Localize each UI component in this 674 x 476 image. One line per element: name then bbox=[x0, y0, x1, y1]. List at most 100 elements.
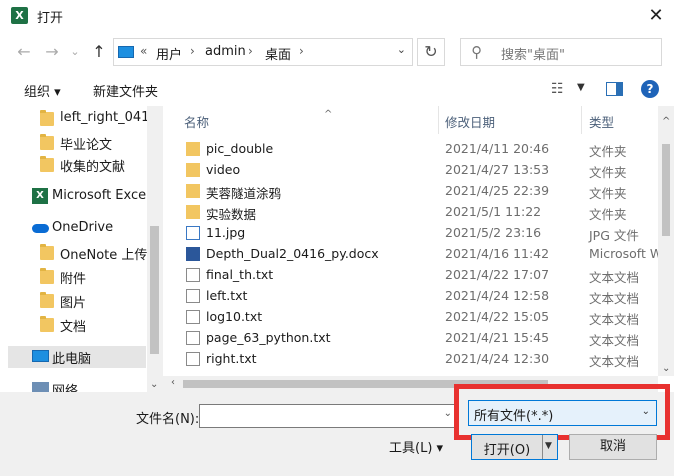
chevron-right-icon[interactable]: › bbox=[248, 44, 253, 58]
chevron-right-icon[interactable]: › bbox=[190, 44, 195, 58]
file-modified-date: 2021/4/21 15:45 bbox=[445, 330, 550, 345]
dialog-title: 打开 bbox=[37, 11, 64, 26]
sidebar-item-folder[interactable]: 附件 bbox=[8, 266, 146, 288]
navigation-pane: left_right_0415_ 毕业论文 收集的文献 X Microsoft … bbox=[0, 106, 162, 392]
tools-button[interactable]: 工具(L) ▾ bbox=[389, 437, 443, 456]
tools-label: 工具(L) bbox=[389, 441, 433, 456]
help-icon[interactable]: ? bbox=[641, 80, 659, 98]
file-row[interactable]: page_63_python.txt 2021/4/21 15:45 文本文档 bbox=[163, 328, 658, 349]
file-row[interactable]: 11.jpg 2021/5/2 23:16 JPG 文件 bbox=[163, 223, 658, 244]
file-name: left.txt bbox=[206, 288, 248, 303]
scroll-down-icon[interactable]: ⌄ bbox=[150, 379, 158, 390]
sidebar-item-label: 收集的文献 bbox=[60, 160, 126, 175]
file-name: video bbox=[206, 162, 241, 177]
folder-icon bbox=[186, 142, 200, 156]
file-name: 实验数据 bbox=[206, 207, 257, 222]
file-row[interactable]: log10.txt 2021/4/22 15:05 文本文档 bbox=[163, 307, 658, 328]
breadcrumb-item[interactable]: 用户 bbox=[156, 44, 182, 63]
file-modified-date: 2021/5/1 11:22 bbox=[445, 204, 542, 219]
cancel-button[interactable]: 取消 bbox=[569, 434, 657, 460]
sidebar-item-folder[interactable]: 毕业论文 bbox=[8, 132, 146, 154]
file-row[interactable]: Depth_Dual2_0416_py.docx 2021/4/16 11:42 M… bbox=[163, 244, 662, 265]
sidebar-item-folder[interactable]: OneNote 上传 bbox=[8, 242, 147, 264]
sidebar-item-label: 图片 bbox=[60, 296, 87, 311]
file-name: 芙蓉隧道涂鸦 bbox=[206, 186, 282, 201]
organize-button[interactable]: 组织 ▾ bbox=[24, 81, 61, 100]
sidebar-item-label: 附件 bbox=[60, 272, 87, 287]
folder-icon bbox=[40, 268, 54, 284]
file-row[interactable]: 实验数据 2021/5/1 11:22 文件夹 bbox=[163, 202, 658, 223]
column-divider[interactable] bbox=[438, 106, 439, 134]
scrollbar-thumb[interactable] bbox=[662, 144, 670, 236]
sidebar-item-folder[interactable]: left_right_0415_ bbox=[8, 108, 162, 130]
chevron-right-icon[interactable]: › bbox=[299, 44, 304, 58]
up-arrow-icon[interactable]: ↑ bbox=[88, 41, 110, 63]
image-file-icon bbox=[186, 226, 200, 240]
sidebar-item-folder[interactable]: 收集的文献 bbox=[8, 154, 146, 176]
navigation-bar: ← → ⌄ ↑ « 用户 › admin › 桌面 › ⌄ ↻ ⚲ 搜索"桌面" bbox=[0, 31, 674, 73]
sidebar-item-microsoft-excel[interactable]: X Microsoft Excel bbox=[8, 186, 150, 208]
file-name: right.txt bbox=[206, 351, 257, 366]
file-modified-date: 2021/4/24 12:30 bbox=[445, 351, 550, 366]
text-file-icon bbox=[186, 268, 200, 282]
file-type-filter-select[interactable]: 所有文件(*.*) ⌄ bbox=[468, 400, 657, 426]
open-label: 打开(O) bbox=[483, 443, 531, 458]
file-name: 11.jpg bbox=[206, 225, 246, 240]
split-divider bbox=[542, 435, 543, 459]
breadcrumb-overflow[interactable]: « bbox=[140, 44, 147, 58]
file-row[interactable]: right.txt 2021/4/24 12:30 文本文档 bbox=[163, 349, 658, 370]
open-button[interactable]: 打开(O) ▼ bbox=[471, 434, 558, 460]
title-bar: X 打开 ✕ bbox=[0, 0, 674, 31]
breadcrumb-item[interactable]: 桌面 bbox=[265, 44, 291, 63]
view-options-icon[interactable]: ☷ bbox=[551, 81, 564, 97]
folder-icon bbox=[40, 244, 54, 260]
column-header-date[interactable]: 修改日期 bbox=[445, 112, 495, 131]
scrollbar-thumb[interactable] bbox=[150, 226, 159, 354]
address-bar[interactable]: « 用户 › admin › 桌面 › ⌄ bbox=[113, 38, 413, 66]
refresh-button[interactable]: ↻ bbox=[417, 38, 445, 66]
text-file-icon bbox=[186, 289, 200, 303]
file-row[interactable]: final_th.txt 2021/4/22 17:07 文本文档 bbox=[163, 265, 658, 286]
file-list-vertical-scrollbar[interactable]: ^ ⌄ bbox=[658, 106, 674, 376]
folder-icon bbox=[186, 184, 200, 198]
forward-arrow-icon[interactable]: → bbox=[41, 41, 63, 63]
sidebar-item-label: 文档 bbox=[60, 320, 87, 335]
column-header-name[interactable]: 名称 ^ bbox=[184, 109, 332, 131]
sidebar-item-folder[interactable]: 图片 bbox=[8, 290, 146, 312]
column-header-type[interactable]: 类型 bbox=[589, 112, 614, 131]
file-type: 文本文档 bbox=[589, 333, 640, 348]
sidebar-scrollbar[interactable]: ⌄ bbox=[147, 106, 162, 392]
chevron-down-icon[interactable]: ⌄ bbox=[397, 43, 406, 56]
sidebar-item-this-pc[interactable]: 此电脑 bbox=[8, 346, 146, 368]
filename-input[interactable]: ⌄ bbox=[199, 404, 457, 428]
view-dropdown-icon[interactable]: ▼ bbox=[577, 82, 585, 93]
text-file-icon bbox=[186, 331, 200, 345]
file-modified-date: 2021/4/24 12:58 bbox=[445, 288, 550, 303]
back-arrow-icon[interactable]: ← bbox=[13, 41, 35, 63]
close-icon[interactable]: ✕ bbox=[638, 0, 674, 31]
file-type: 文件夹 bbox=[589, 207, 627, 222]
file-row[interactable]: left.txt 2021/4/24 12:58 文本文档 bbox=[163, 286, 658, 307]
recent-locations-chevron-icon[interactable]: ⌄ bbox=[64, 41, 86, 63]
file-modified-date: 2021/4/11 20:46 bbox=[445, 141, 550, 156]
scroll-down-icon[interactable]: ⌄ bbox=[662, 363, 670, 374]
file-name: Depth_Dual2_0416_py.docx bbox=[206, 246, 379, 261]
sidebar-item-onedrive[interactable]: OneDrive bbox=[8, 218, 146, 240]
file-row[interactable]: pic_double 2021/4/11 20:46 文件夹 bbox=[163, 139, 658, 160]
sort-ascending-icon: ^ bbox=[324, 109, 333, 120]
scroll-left-icon[interactable]: ‹ bbox=[171, 377, 175, 388]
search-box[interactable]: ⚲ 搜索"桌面" bbox=[460, 38, 662, 66]
sidebar-item-folder[interactable]: 文档 bbox=[8, 314, 146, 336]
new-folder-button[interactable]: 新建文件夹 bbox=[93, 81, 158, 100]
file-row[interactable]: 芙蓉隧道涂鸦 2021/4/25 22:39 文件夹 bbox=[163, 181, 658, 202]
scroll-up-icon[interactable]: ^ bbox=[662, 116, 670, 127]
column-divider[interactable] bbox=[581, 106, 582, 134]
sidebar-item-network[interactable]: 网络 bbox=[8, 378, 146, 392]
chevron-down-icon[interactable]: ▼ bbox=[545, 441, 552, 451]
sidebar-item-label: 毕业论文 bbox=[60, 138, 113, 153]
breadcrumb-item[interactable]: admin bbox=[205, 44, 246, 59]
chevron-down-icon[interactable]: ⌄ bbox=[444, 408, 452, 419]
preview-pane-icon[interactable] bbox=[606, 82, 623, 96]
file-row[interactable]: video 2021/4/27 13:53 文件夹 bbox=[163, 160, 658, 181]
chevron-down-icon[interactable]: ⌄ bbox=[642, 406, 650, 417]
